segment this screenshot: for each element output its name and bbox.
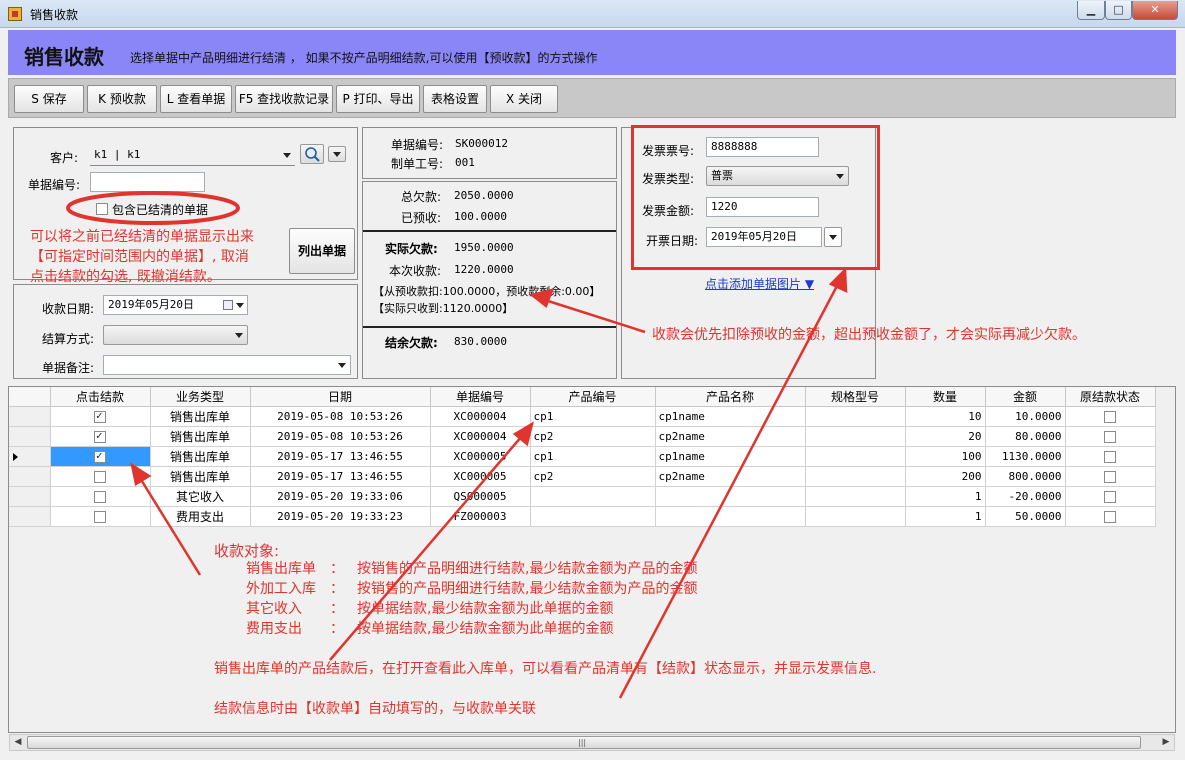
object-colon: ： bbox=[330, 621, 344, 637]
after-settle-note: 销售出库单的产品结款后，在打开查看此入库单，可以看看产品清单有【结款】状态显示，… bbox=[214, 661, 877, 677]
object-colon: ： bbox=[330, 581, 344, 597]
settled-note-line-1: 可以将之前已经结清的单据显示出来 bbox=[30, 229, 254, 245]
object-desc: 按销售的产品明细进行结款,最少结款金额为产品的金额 bbox=[357, 561, 698, 577]
object-name: 费用支出 bbox=[246, 621, 302, 637]
object-name: 其它收入 bbox=[246, 601, 302, 617]
link-note: 结款信息时由【收款单】自动填写的，与收款单关联 bbox=[214, 701, 536, 717]
arrowhead bbox=[828, 267, 848, 294]
object-desc: 按销售的产品明细进行结款,最少结款金额为产品的金额 bbox=[357, 581, 698, 597]
object-desc: 按单据结款,最少结款金额为此单据的金额 bbox=[357, 621, 614, 637]
app-window: 销售收款 ▁ □ ✕ 销售收款 选择单据中产品明细进行结清 ， 如果不按产品明细… bbox=[0, 0, 1185, 760]
arrowhead bbox=[529, 288, 555, 309]
arrow-prepaid bbox=[544, 298, 646, 334]
settled-note-line-3: 点击结款的勾选, 既撤消结款。 bbox=[30, 269, 221, 285]
object-colon: ： bbox=[330, 561, 344, 577]
object-colon: ： bbox=[330, 601, 344, 617]
arrowhead bbox=[130, 462, 152, 486]
settled-note-line-2: 【可指定时间范围内的单据】, 取消 bbox=[30, 249, 249, 265]
object-name: 销售出库单 bbox=[246, 561, 316, 577]
arrow-invoice bbox=[618, 283, 840, 699]
include-settled-highlight bbox=[66, 191, 240, 225]
object-name: 外加工入库 bbox=[246, 581, 316, 597]
object-desc: 按单据结款,最少结款金额为此单据的金额 bbox=[357, 601, 614, 617]
annotation-overlay bbox=[66, 191, 848, 699]
arrow-objects bbox=[138, 477, 202, 576]
prepaid-note: 收款会优先扣除预收的金额，超出预收金额了，才会实际再减少欠款。 bbox=[652, 327, 1086, 343]
